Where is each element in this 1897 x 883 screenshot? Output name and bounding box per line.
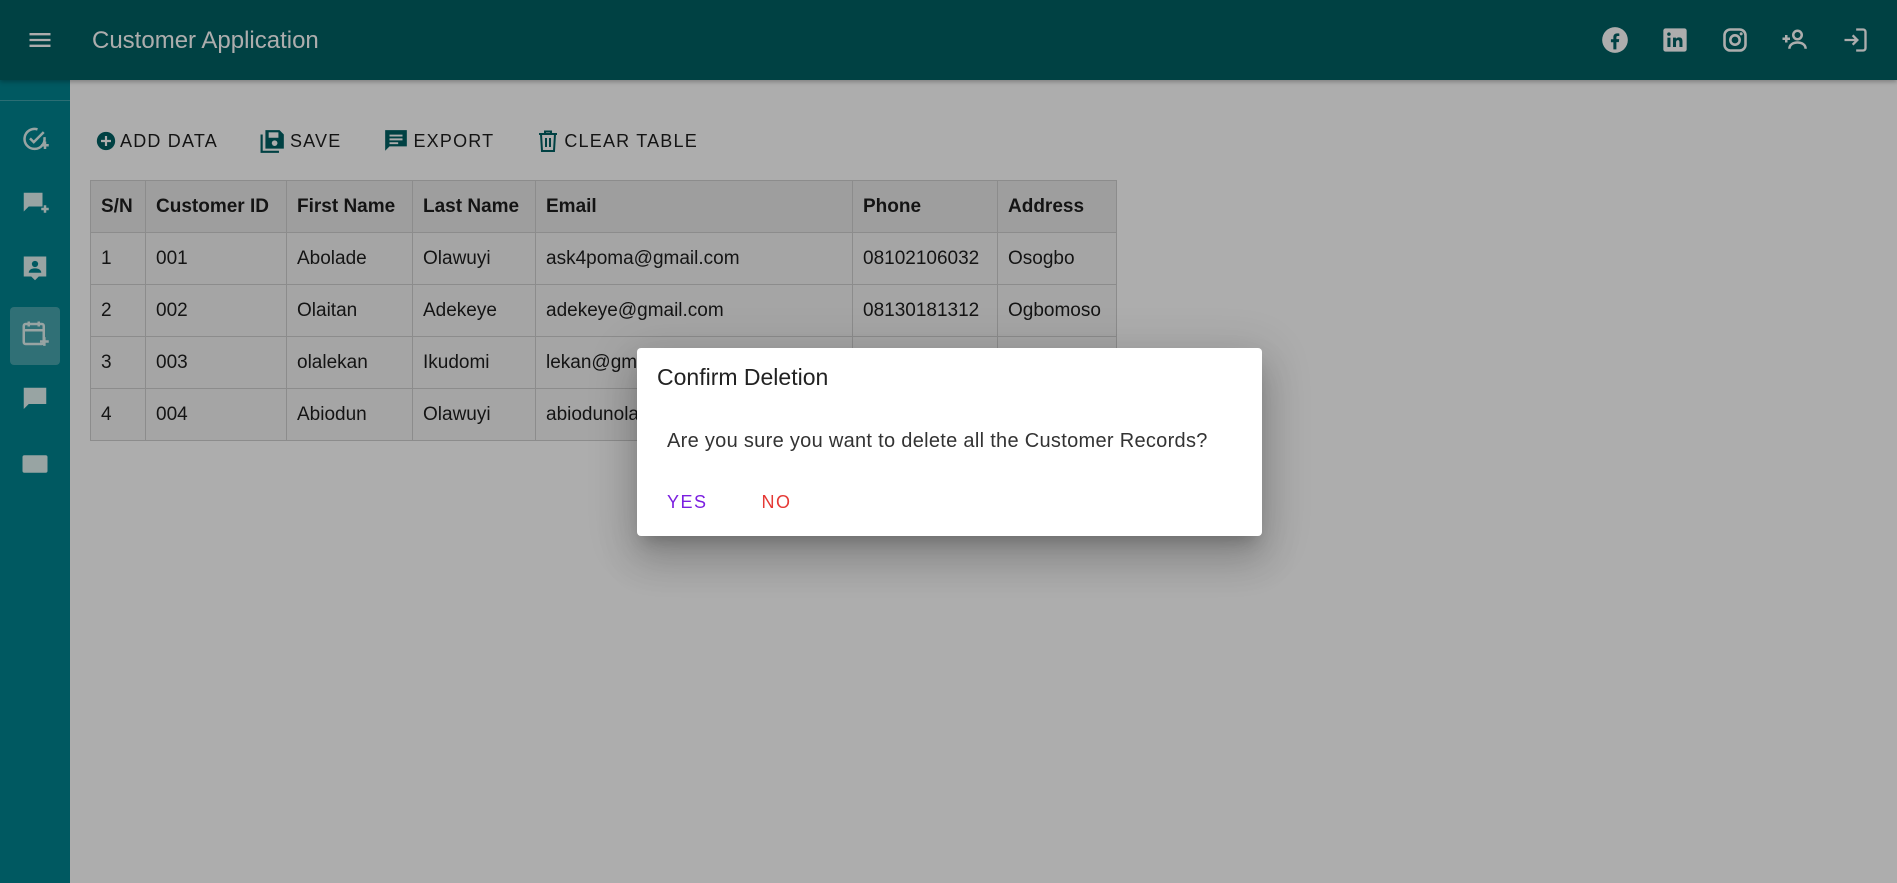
dialog-actions: YES NO xyxy=(667,492,792,513)
dialog-message: Are you sure you want to delete all the … xyxy=(667,430,1208,452)
no-button[interactable]: NO xyxy=(762,492,792,513)
yes-button[interactable]: YES xyxy=(667,492,708,513)
dialog-title: Confirm Deletion xyxy=(657,364,829,390)
confirm-deletion-dialog: Confirm Deletion Are you sure you want t… xyxy=(637,348,1262,536)
